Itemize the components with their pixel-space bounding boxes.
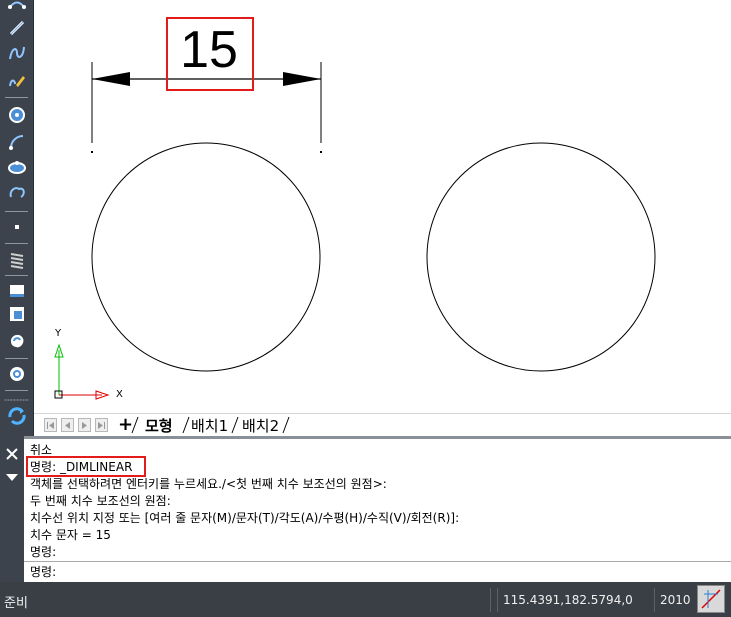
tab-layout1[interactable]: 배치1 — [191, 415, 228, 436]
coordinate-readout[interactable]: 115.4391,182.5794,0 — [503, 593, 633, 607]
tab-model[interactable]: 모형 — [145, 415, 173, 436]
command-window: 취소 명령: _DIMLINEAR 객체를 선택하려면 엔터키를 누르세요./<… — [0, 436, 731, 582]
snap-toggle-icon[interactable] — [697, 585, 725, 613]
command-line: 치수선 위치 지정 또는 [여러 줄 문자(M)/문자(T)/각도(A)/수평(… — [30, 511, 460, 525]
dimension-arrow-left — [92, 72, 130, 86]
command-highlight-box — [26, 456, 146, 477]
circle-icon[interactable] — [4, 104, 29, 126]
command-window-sidebar — [0, 436, 24, 582]
polyline-icon[interactable] — [4, 0, 29, 18]
dimension-arrow-right — [283, 72, 321, 86]
tab-layout2[interactable]: 배치2 — [242, 415, 279, 436]
circle-left — [91, 142, 321, 372]
blob-icon[interactable] — [4, 330, 29, 352]
circle-right — [426, 142, 656, 372]
pencil-icon[interactable] — [4, 69, 29, 91]
line-icon[interactable] — [4, 17, 29, 39]
revcloud-icon[interactable] — [4, 182, 29, 204]
version-label: 2010 — [660, 593, 691, 607]
first-tab-button[interactable] — [44, 418, 57, 432]
layout-tab-bar: + 모형 배치1 배치2 — [34, 413, 731, 437]
hatch-icon[interactable] — [4, 250, 29, 272]
status-state: 준비 — [4, 596, 28, 611]
ellipse-icon[interactable] — [4, 156, 29, 178]
last-tab-button[interactable] — [95, 418, 108, 432]
next-tab-button[interactable] — [78, 418, 91, 432]
command-line: 치수 문자 = 15 — [30, 528, 111, 542]
command-line: 두 번째 치수 보조선의 원점: — [30, 494, 171, 508]
close-icon[interactable] — [5, 446, 19, 465]
status-bar: 준비 115.4391,182.5794,0 2010 — [0, 582, 731, 617]
donut-icon[interactable] — [4, 363, 29, 385]
command-line: 객체를 선택하려면 엔터키를 누르세요./<첫 번째 치수 보조선의 원점>: — [30, 477, 387, 491]
dimension-highlight-box — [166, 17, 254, 91]
command-prompt: 명령: — [30, 565, 57, 579]
point-icon[interactable] — [4, 216, 29, 238]
rectangle-icon[interactable] — [4, 279, 29, 301]
arc-icon[interactable] — [4, 131, 29, 153]
prev-tab-button[interactable] — [61, 418, 74, 432]
ucs-icon — [54, 343, 110, 400]
region-icon[interactable] — [4, 303, 29, 325]
ucs-y-label: Y — [55, 328, 62, 339]
command-input[interactable]: 명령: — [24, 561, 731, 582]
sync-icon[interactable] — [4, 405, 29, 427]
draw-toolbar — [0, 0, 34, 436]
menu-down-icon[interactable] — [5, 468, 19, 487]
drawing-canvas[interactable]: 15 Y X — [34, 0, 731, 413]
ucs-x-label: X — [116, 389, 123, 400]
command-line: 명령: — [30, 545, 57, 559]
spline-icon[interactable] — [4, 42, 29, 64]
